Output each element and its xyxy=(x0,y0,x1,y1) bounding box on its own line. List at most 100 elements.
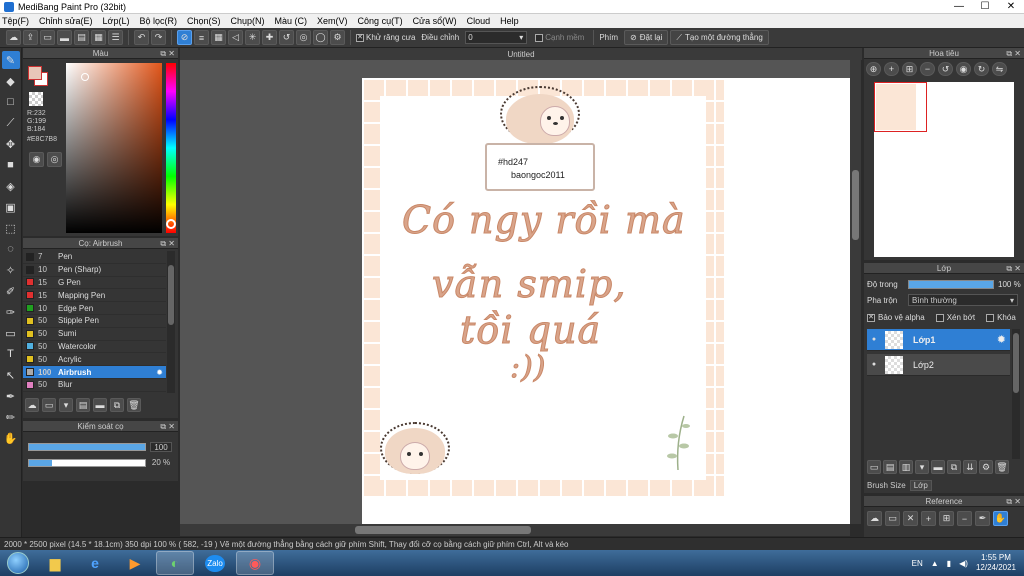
rectangle-tool-icon[interactable]: □ xyxy=(2,93,20,111)
reference-zoom-in-icon[interactable]: + xyxy=(921,511,936,526)
panel-close-icon[interactable]: ⧉ ✕ xyxy=(1006,497,1021,507)
canvas-vertical-scrollbar[interactable] xyxy=(850,60,861,524)
antialias-toggle[interactable]: ✕ Khử răng cưa xyxy=(356,33,415,42)
menu-layer[interactable]: Lớp(L) xyxy=(103,16,130,26)
color-cursor[interactable] xyxy=(81,73,89,81)
snap-circle-icon[interactable]: ◎ xyxy=(296,30,311,45)
medibang-taskbar-icon[interactable]: ◉ xyxy=(236,551,274,575)
brush-item-mapping-pen[interactable]: 15 Mapping Pen xyxy=(23,289,166,303)
layer-list-scrollbar[interactable] xyxy=(1012,329,1020,459)
snap-grid-icon[interactable]: ▦ xyxy=(211,30,226,45)
volume-icon[interactable]: ◀) xyxy=(959,559,968,568)
fill-rect-tool-icon[interactable]: ■ xyxy=(2,156,20,174)
brush-properties-icon[interactable]: ▤ xyxy=(76,398,90,412)
open-reference-icon[interactable]: ▭ xyxy=(885,511,900,526)
panel-close-icon[interactable]: ⧉ ✕ xyxy=(1006,264,1021,274)
visibility-icon[interactable]: ● xyxy=(867,361,881,368)
text-tool-icon[interactable]: T xyxy=(2,345,20,363)
navigator-preview[interactable] xyxy=(874,82,1014,257)
layer-opacity-slider[interactable] xyxy=(908,280,994,289)
layer-row-2[interactable]: ● Lớp2 xyxy=(867,354,1010,376)
layer-folder-icon[interactable]: ▬ xyxy=(931,460,945,474)
reference-hand-icon[interactable]: ✋ xyxy=(993,511,1008,526)
menu-filter[interactable]: Bộ lọc(R) xyxy=(139,16,177,26)
menu-tools[interactable]: Công cụ(T) xyxy=(358,16,403,26)
lock-checkbox[interactable] xyxy=(986,313,995,322)
brush-item-airbrush[interactable]: 100 Airbrush ✹ xyxy=(23,366,166,379)
snap-parallel-icon[interactable]: ≡ xyxy=(194,30,209,45)
select-tool-icon[interactable]: ⬚ xyxy=(2,219,20,237)
new-brush-icon[interactable]: ▭ xyxy=(42,398,56,412)
snap-perspective-icon[interactable]: ◁ xyxy=(228,30,243,45)
zoom-out-icon[interactable]: − xyxy=(920,62,935,76)
language-indicator[interactable]: EN xyxy=(912,559,923,568)
snap-ellipse-icon[interactable]: ◯ xyxy=(313,30,328,45)
operation-tool-icon[interactable]: ↖ xyxy=(2,366,20,384)
cloud-brush-icon[interactable]: ☁ xyxy=(25,398,39,412)
layer-row-1[interactable]: ● Lớp1 ✹ xyxy=(867,329,1010,351)
snap-settings-icon[interactable]: ⚙ xyxy=(330,30,345,45)
reference-zoom-actual-icon[interactable]: ⊞ xyxy=(939,511,954,526)
list-icon[interactable]: ☰ xyxy=(108,30,123,45)
duplicate-brush-icon[interactable]: ⧉ xyxy=(110,398,124,412)
foreground-color-swatch[interactable] xyxy=(28,66,42,80)
brush-size-value[interactable]: 100 xyxy=(150,442,172,452)
menu-view[interactable]: Xem(V) xyxy=(317,16,348,26)
panel-close-icon[interactable]: ⧉ ✕ xyxy=(1006,49,1021,59)
gear-icon[interactable]: ✹ xyxy=(156,368,163,377)
select-pen-tool-icon[interactable]: ✐ xyxy=(2,282,20,300)
add-layer-menu-icon[interactable]: ▾ xyxy=(915,460,929,474)
magic-wand-tool-icon[interactable]: ✧ xyxy=(2,261,20,279)
undo-icon[interactable]: ↶ xyxy=(134,30,149,45)
eraser-tool-icon[interactable]: ◆ xyxy=(2,72,20,90)
navigator-viewport-rect[interactable] xyxy=(874,82,927,132)
select-eraser-tool-icon[interactable]: ✑ xyxy=(2,303,20,321)
upload-icon[interactable]: ⇪ xyxy=(23,30,38,45)
brush-tool-icon[interactable]: ✎ xyxy=(1,51,20,69)
palette-icon[interactable]: ◉ xyxy=(29,152,44,167)
brush-item-acrylic[interactable]: 50 Acrylic xyxy=(23,353,166,367)
bucket-tool-icon[interactable]: ◈ xyxy=(2,177,20,195)
canvas-area[interactable]: #hd247 baongoc2011 Có ngy rồi mà vẫn smi… xyxy=(180,60,850,524)
rotate-right-icon[interactable]: ↻ xyxy=(974,62,989,76)
add-brush-menu-icon[interactable]: ▾ xyxy=(59,398,73,412)
brush-item-stipple-pen[interactable]: 50 Stipple Pen xyxy=(23,315,166,328)
menu-cloud[interactable]: Cloud xyxy=(467,16,491,26)
new-layer-icon[interactable]: ▭ xyxy=(867,460,881,474)
gear-icon[interactable]: ✹ xyxy=(997,333,1006,346)
straight-line-button[interactable]: ⟋ Tạo một đường thẳng xyxy=(670,30,769,45)
color-picker-icon[interactable]: ◎ xyxy=(47,152,62,167)
snap-off-icon[interactable]: ⊘ xyxy=(177,30,192,45)
clock[interactable]: 1:55 PM 12/24/2021 xyxy=(976,553,1016,573)
reference-eyedropper-icon[interactable]: ✒ xyxy=(975,511,990,526)
reference-zoom-out-icon[interactable]: − xyxy=(957,511,972,526)
duplicate-layer-icon[interactable]: ⧉ xyxy=(947,460,961,474)
soft-edge-checkbox[interactable] xyxy=(535,33,544,42)
brush-size-slider[interactable] xyxy=(28,443,146,451)
zoom-in-icon[interactable]: + xyxy=(884,62,899,76)
menu-help[interactable]: Help xyxy=(500,16,519,26)
visibility-icon[interactable]: ● xyxy=(867,336,881,343)
maximize-button[interactable]: ☐ xyxy=(972,0,998,13)
brush-opacity-slider[interactable] xyxy=(28,459,146,467)
show-hidden-icons-icon[interactable]: ▲ xyxy=(931,559,939,568)
clipping-checkbox[interactable] xyxy=(935,313,944,322)
delete-brush-icon[interactable]: 🗑 xyxy=(127,398,141,412)
zoom-actual-icon[interactable]: ⊞ xyxy=(902,62,917,76)
tab-brush-size[interactable]: Brush Size xyxy=(867,481,906,490)
blend-mode-select[interactable]: Bình thường ▾ xyxy=(908,294,1018,306)
menu-window[interactable]: Cửa sổ(W) xyxy=(413,16,457,26)
menu-edit[interactable]: Chỉnh sửa(E) xyxy=(39,16,93,26)
network-icon[interactable]: ▮ xyxy=(947,559,951,568)
media-player-icon[interactable]: ▶ xyxy=(116,551,154,575)
move-tool-icon[interactable]: ✥ xyxy=(2,135,20,153)
brush-item-sumi[interactable]: 50 Sumi xyxy=(23,328,166,341)
start-button[interactable] xyxy=(0,550,36,576)
brush-item-edge-pen[interactable]: 10 Edge Pen xyxy=(23,302,166,315)
redo-icon[interactable]: ↷ xyxy=(151,30,166,45)
file-explorer-icon[interactable]: ▆ xyxy=(36,551,74,575)
merge-layer-icon[interactable]: ⇊ xyxy=(963,460,977,474)
panel-close-icon[interactable]: ⧉ ✕ xyxy=(160,239,175,249)
hue-slider[interactable] xyxy=(166,63,176,233)
layer-settings-icon[interactable]: ⚙ xyxy=(979,460,993,474)
